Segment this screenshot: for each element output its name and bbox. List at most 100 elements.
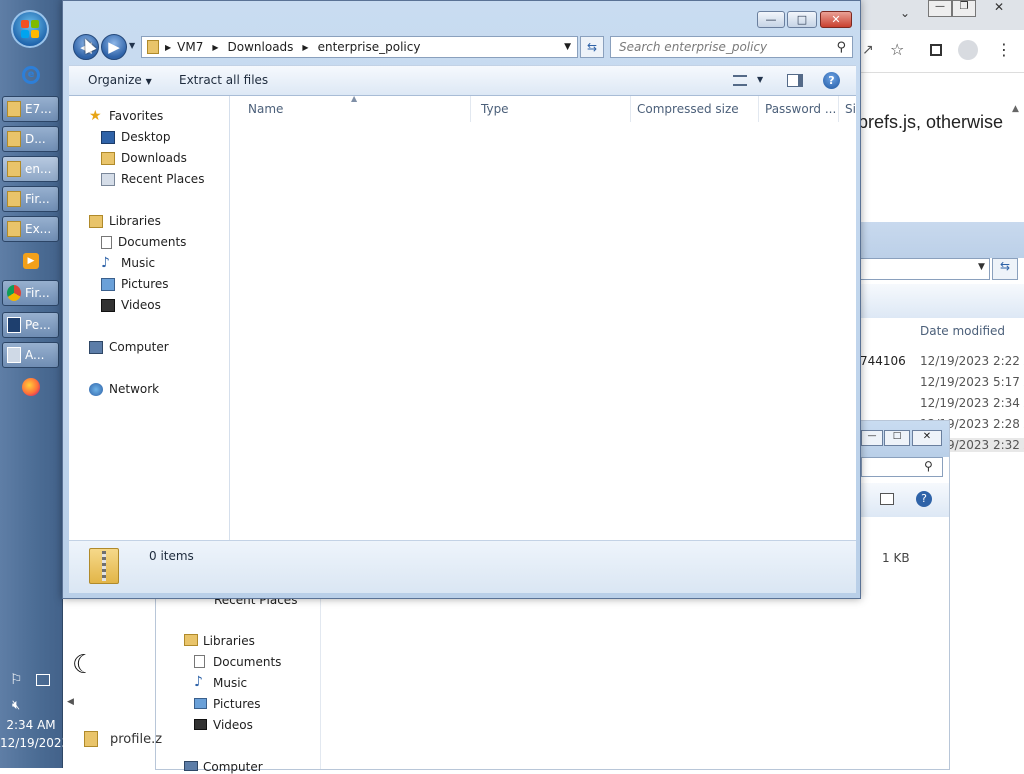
taskbar-button-4[interactable]: Fir... <box>2 186 59 212</box>
downloads-scroll-left-icon[interactable]: ◀ <box>67 697 74 707</box>
bg-minimize-button[interactable]: — <box>861 430 883 446</box>
nav-pictures[interactable]: Pictures <box>101 274 169 294</box>
maximize-icon: □ <box>796 13 808 26</box>
taskbar-button-1[interactable]: E7... <box>2 96 59 122</box>
date-row-2: 12/19/2023 5:17 AM <box>920 375 1024 389</box>
date-row-1: 12/19/2023 2:22 AM <box>920 354 1024 368</box>
bg-preview-pane-icon[interactable] <box>880 493 894 505</box>
forward-button[interactable]: ▶ <box>101 34 127 60</box>
bg-search-icon[interactable]: ⚲ <box>924 459 933 473</box>
clock-time[interactable]: 2:34 AM <box>0 718 62 732</box>
nav-label: Downloads <box>121 151 187 165</box>
zip-file-icon <box>84 731 98 747</box>
bookmark-star-icon[interactable]: ☆ <box>890 40 904 59</box>
network-tray-icon[interactable] <box>36 674 50 686</box>
clock-date[interactable]: 12/19/2023 <box>0 736 69 750</box>
bg-nav-videos[interactable]: Videos <box>213 718 253 732</box>
preview-pane-icon[interactable] <box>787 74 803 87</box>
breadcrumb-vm7[interactable]: VM7 <box>177 40 203 54</box>
nav-favorites[interactable]: ★ Favorites <box>89 106 163 126</box>
search-box[interactable]: Search enterprise_policy ⚲ <box>610 36 853 58</box>
bg-nav-music[interactable]: Music <box>213 676 247 690</box>
bg-music-icon: ♪ <box>194 674 203 690</box>
share-icon[interactable]: ↗ <box>862 42 874 58</box>
nav-documents[interactable]: Documents <box>101 232 186 252</box>
view-options-dropdown-icon[interactable]: ▼ <box>757 75 763 84</box>
organize-button[interactable]: Organize ▼ <box>88 73 152 87</box>
bg-nav-documents[interactable]: Documents <box>213 655 281 669</box>
extract-all-files-button[interactable]: Extract all files <box>179 73 268 87</box>
browser-restore-button[interactable]: ❐ <box>952 0 976 17</box>
bg-nav-pictures[interactable]: Pictures <box>213 697 261 711</box>
nav-music[interactable]: ♪ Music <box>101 253 155 273</box>
bg-computer-icon <box>184 761 198 771</box>
sidebar-toggle-icon[interactable] <box>930 44 942 56</box>
nav-label: Recent Places <box>121 172 205 186</box>
nav-downloads[interactable]: Downloads <box>101 148 187 168</box>
bg-nav-libraries[interactable]: Libraries <box>203 634 255 648</box>
folder-icon <box>7 221 21 237</box>
bg-maximize-button[interactable]: □ <box>884 430 910 446</box>
download-file-name[interactable]: profile.z <box>110 732 162 747</box>
browser-close-button[interactable]: ✕ <box>984 0 1014 17</box>
browser-menu-icon[interactable]: ⋮ <box>996 40 1012 59</box>
maximize-button[interactable]: □ <box>787 11 817 28</box>
page-scroll-up-icon[interactable]: ▲ <box>1012 104 1019 114</box>
address-dropdown-icon[interactable]: ▼ <box>564 42 571 52</box>
breadcrumb-separator-icon[interactable]: ▶ <box>212 43 218 52</box>
breadcrumb-downloads[interactable]: Downloads <box>228 40 294 54</box>
breadcrumb-enterprise-policy[interactable]: enterprise_policy <box>318 40 421 54</box>
action-center-flag-icon[interactable]: ⚐ <box>10 672 23 688</box>
browser-tab-chevron-icon[interactable]: ⌄ <box>900 6 910 20</box>
column-password[interactable]: Password ... <box>759 96 839 122</box>
taskbar-button-label: E7... <box>25 102 52 116</box>
profile-avatar-icon[interactable] <box>958 40 978 60</box>
taskbar-button-5[interactable]: Ex... <box>2 216 59 242</box>
refresh-button[interactable]: ⇆ <box>580 36 604 58</box>
close-button[interactable]: ✕ <box>820 11 852 28</box>
column-date-modified[interactable]: Date modified <box>920 324 1005 338</box>
start-button[interactable] <box>11 10 49 48</box>
breadcrumb-separator-icon[interactable]: ▶ <box>302 43 308 52</box>
ie-icon[interactable]: e <box>22 66 40 84</box>
taskbar-button-2[interactable]: D... <box>2 126 59 152</box>
column-size[interactable]: Si <box>839 96 856 122</box>
minimize-icon: — <box>765 13 777 26</box>
firefox-icon[interactable] <box>22 378 40 396</box>
inner-refresh-icon[interactable]: ⇆ <box>992 258 1018 280</box>
pictures-icon <box>101 277 115 291</box>
nav-videos[interactable]: Videos <box>101 295 161 315</box>
nav-recent-places[interactable]: Recent Places <box>101 169 204 189</box>
zip-folder-icon <box>147 40 159 54</box>
column-compressed-size[interactable]: Compressed size <box>631 96 759 122</box>
help-icon[interactable]: ? <box>823 72 840 89</box>
bg-help-icon[interactable]: ? <box>916 491 932 507</box>
address-bar[interactable]: ▶ VM7 ▶ Downloads ▶ enterprise_policy ▼ <box>141 36 578 58</box>
taskbar-button-label: A... <box>25 348 45 362</box>
inner-address-dropdown-icon[interactable]: ▼ <box>978 262 985 272</box>
file-list[interactable]: Name ▲ Type Compressed size Password ...… <box>230 94 856 540</box>
taskbar-button-3[interactable]: en... <box>2 156 59 182</box>
taskbar-button-label: Fir... <box>25 286 50 300</box>
change-view-icon[interactable] <box>733 75 747 86</box>
volume-muted-icon[interactable]: 🔇︎ <box>12 698 20 713</box>
bg-close-button[interactable]: ✕ <box>912 430 942 446</box>
nav-libraries[interactable]: Libraries <box>89 211 161 231</box>
media-player-icon[interactable]: ▶ <box>23 253 39 269</box>
browser-minimize-button[interactable]: — <box>928 0 952 17</box>
taskbar-button-label: en... <box>25 162 52 176</box>
recent-pages-dropdown-icon[interactable]: ▼ <box>129 41 135 50</box>
breadcrumb-separator-icon[interactable]: ▶ <box>165 43 171 52</box>
taskbar-button-8[interactable]: A... <box>2 342 59 368</box>
bg-nav-computer[interactable]: Computer <box>203 760 263 774</box>
minimize-button[interactable]: — <box>757 11 785 28</box>
bg-videos-icon <box>194 719 207 730</box>
taskbar-button-6[interactable]: Fir... <box>2 280 59 306</box>
taskbar-button-7[interactable]: Pe... <box>2 312 59 338</box>
search-icon[interactable]: ⚲ <box>836 40 846 55</box>
nav-computer[interactable]: Computer <box>89 337 169 357</box>
windows-logo-icon <box>21 20 39 38</box>
column-type[interactable]: Type <box>471 96 631 122</box>
nav-desktop[interactable]: Desktop <box>101 127 171 147</box>
nav-network[interactable]: Network <box>89 379 159 399</box>
